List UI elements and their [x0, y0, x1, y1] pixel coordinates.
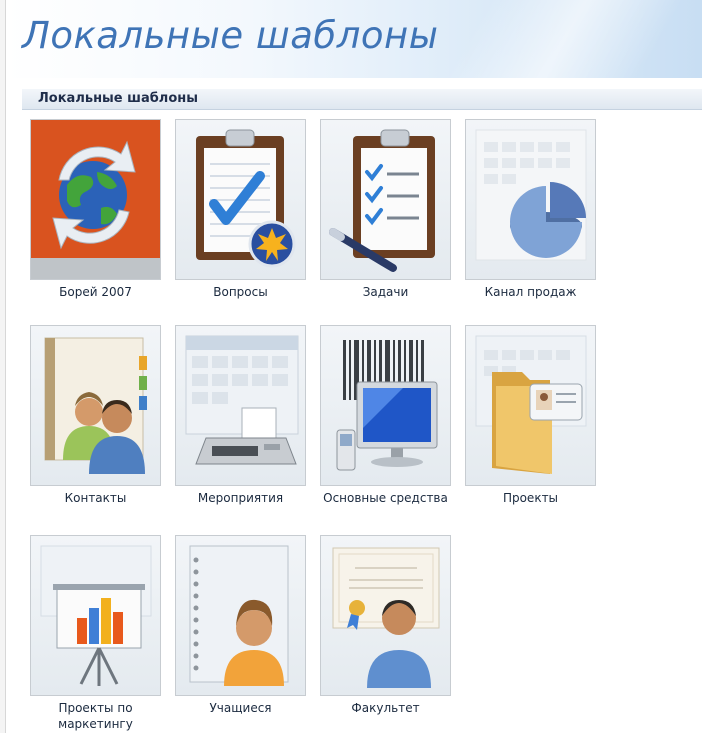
- template-tile-proekty[interactable]: Проекты: [458, 325, 603, 506]
- thumbnail[interactable]: [30, 535, 161, 696]
- folder-id-card-icon: [475, 335, 587, 474]
- thumbnail[interactable]: [465, 119, 596, 280]
- template-label[interactable]: Основные средства: [313, 490, 458, 506]
- template-label[interactable]: Мероприятия: [168, 490, 313, 506]
- template-tile-uchashchiesya[interactable]: Учащиеся: [168, 535, 313, 716]
- section-header-label: Локальные шаблоны: [38, 91, 198, 106]
- template-tile-proekty-po-marketingu[interactable]: Проекты по маркетингу: [23, 535, 168, 732]
- template-label[interactable]: Учащиеся: [168, 700, 313, 716]
- template-tile-borei[interactable]: Борей 2007: [23, 119, 168, 300]
- contacts-people-icon: [44, 337, 147, 474]
- student-notebook-icon: [189, 545, 289, 686]
- pie-chart-icon: [475, 129, 587, 261]
- thumbnail[interactable]: [320, 119, 451, 280]
- clipboard-checkmark-icon: [196, 129, 296, 268]
- thumbnail[interactable]: [175, 119, 306, 280]
- globe-sync-icon: [31, 120, 160, 279]
- template-tile-kanal-prodazh[interactable]: Канал продаж: [458, 119, 603, 300]
- calendar-fax-icon: [185, 335, 299, 465]
- monitor-barcode-icon: [336, 340, 438, 471]
- template-label[interactable]: Задачи: [313, 284, 458, 300]
- thumbnail[interactable]: [30, 119, 161, 280]
- template-label[interactable]: Борей 2007: [23, 284, 168, 300]
- template-tile-osnovnye-sredstva[interactable]: Основные средства: [313, 325, 458, 506]
- template-label[interactable]: Проекты: [458, 490, 603, 506]
- template-tile-meropriyatiya[interactable]: Мероприятия: [168, 325, 313, 506]
- faculty-certificate-icon: [332, 547, 440, 688]
- title-banner: Локальные шаблоны: [6, 0, 702, 78]
- thumbnail[interactable]: [465, 325, 596, 486]
- clipboard-tasks-icon: [329, 129, 435, 272]
- template-label[interactable]: Факультет: [313, 700, 458, 716]
- template-tile-voprosy[interactable]: Вопросы: [168, 119, 313, 300]
- template-tile-zadachi[interactable]: Задачи: [313, 119, 458, 300]
- page-title: Локальные шаблоны: [22, 14, 439, 57]
- banner-decoration: [426, 0, 702, 78]
- template-label[interactable]: Канал продаж: [458, 284, 603, 300]
- template-label[interactable]: Контакты: [23, 490, 168, 506]
- local-templates-pane: Локальные шаблоны Локальные шаблоны Боре…: [6, 0, 702, 733]
- presentation-board-icon: [40, 545, 152, 686]
- template-tile-kontakty[interactable]: Контакты: [23, 325, 168, 506]
- thumbnail[interactable]: [320, 325, 451, 486]
- template-label[interactable]: Проекты по маркетингу: [23, 700, 168, 732]
- section-header: Локальные шаблоны: [22, 89, 702, 110]
- thumbnail[interactable]: [175, 535, 306, 696]
- thumbnail[interactable]: [30, 325, 161, 486]
- thumbnail[interactable]: [320, 535, 451, 696]
- thumbnail[interactable]: [175, 325, 306, 486]
- template-tile-fakultet[interactable]: Факультет: [313, 535, 458, 716]
- template-label[interactable]: Вопросы: [168, 284, 313, 300]
